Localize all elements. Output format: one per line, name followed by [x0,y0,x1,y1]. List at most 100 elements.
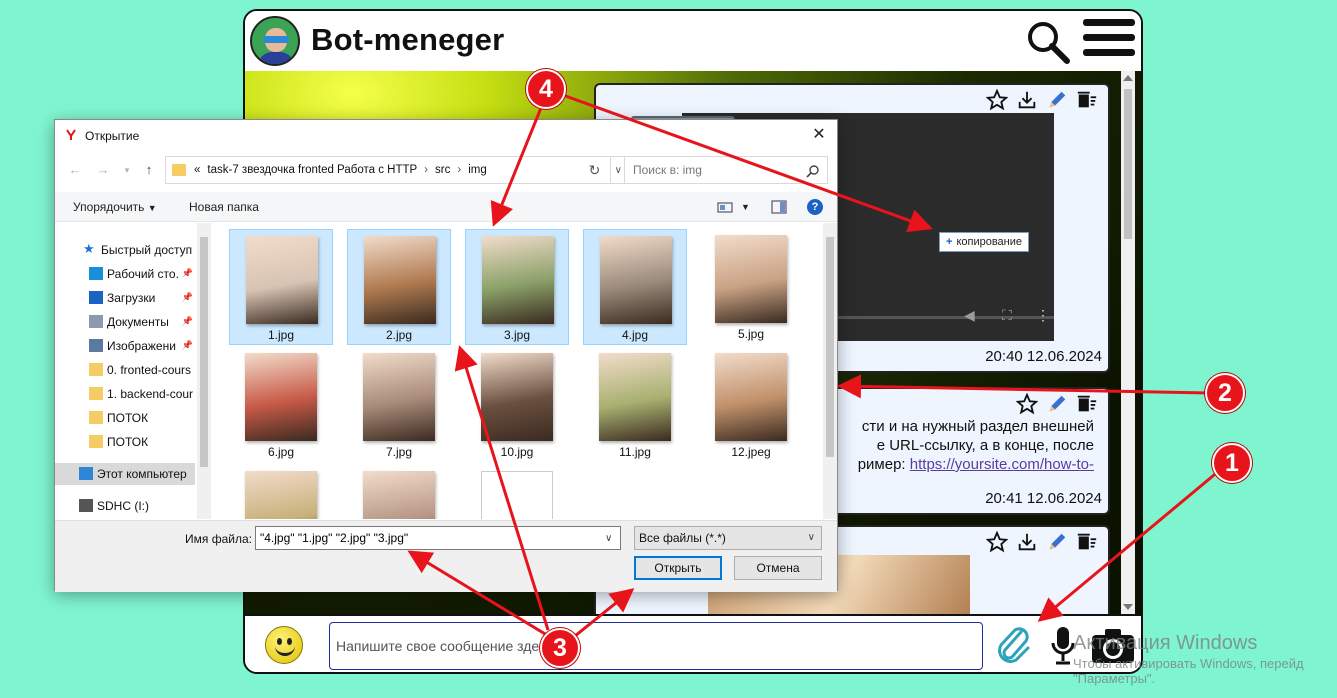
file-item[interactable]: 1.jpg [229,229,333,345]
star-icon: ★ [83,241,95,256]
drag-copy-label: + копирование [939,232,1030,252]
file-item[interactable]: 12.jpeg [699,347,803,463]
preview-pane-icon[interactable] [771,200,787,214]
sidebar-item-label: 0. fronted-cours [107,363,192,377]
star-icon[interactable] [985,530,1009,553]
sidebar-item-label: Загрузки [107,291,156,305]
file-item[interactable] [347,465,451,519]
dialog-toolbar: Упорядочить ▼ Новая папка ▼ ? [55,192,837,222]
microphone-icon[interactable] [1051,626,1075,666]
file-item[interactable]: 2.jpg [347,229,451,345]
file-item[interactable] [465,465,569,519]
download-icon[interactable] [1016,531,1038,553]
close-icon[interactable]: ✕ [809,125,829,145]
sidebar-item-label: ПОТОК [107,435,149,449]
help-icon[interactable]: ? [807,199,823,215]
edit-icon[interactable] [1046,393,1068,415]
folder-icon [89,411,103,424]
recent-dropdown-icon[interactable]: ▾ [119,165,135,181]
sidebar-item[interactable]: ★ Быстрый доступ [55,239,197,261]
menu-icon[interactable] [1083,19,1135,63]
navigation-scrollbar[interactable] [197,223,211,519]
view-dropdown-icon[interactable]: ▼ [741,202,750,212]
breadcrumb-item[interactable]: task-7 звездочка fronted Работа с HTTP [207,164,417,176]
organize-button[interactable]: Упорядочить ▼ [73,200,157,214]
download-icon[interactable] [1016,89,1038,111]
file-item[interactable]: 11.jpg [583,347,687,463]
sidebar-item[interactable]: Загрузки 📌 [55,287,197,309]
delete-icon[interactable] [1076,89,1098,111]
chevron-down-icon: ∨ [807,532,815,543]
chevron-down-icon[interactable]: ∨ [605,533,612,544]
sidebar-item-label: Быстрый доступ [101,243,193,257]
sidebar-item-label: Этот компьютер [97,467,187,481]
file-open-dialog: Открытие ✕ ← → ▾ ↑ «task-7 звездочка fro… [54,119,838,592]
star-icon[interactable] [1015,392,1039,415]
sidebar-item[interactable]: Изображени 📌 [55,335,197,357]
file-item[interactable]: 4.jpg [583,229,687,345]
sidebar-item[interactable]: Документы 📌 [55,311,197,333]
sidebar-item[interactable]: 1. backend-cour [55,383,197,405]
refresh-icon[interactable]: ↻ [579,156,611,184]
file-name: 6.jpg [267,445,295,459]
file-item[interactable]: 10.jpg [465,347,569,463]
sidebar-item[interactable]: SDHC (I:) [55,495,197,517]
chevron-down-icon[interactable]: ∨ [615,165,622,176]
delete-icon[interactable] [1076,531,1098,553]
annotation-badge-2: 2 [1205,373,1245,413]
chat-scrollbar[interactable] [1121,71,1135,614]
back-icon[interactable]: ← [67,162,83,178]
filename-input[interactable] [255,526,621,550]
star-icon[interactable] [985,88,1009,111]
file-name: 10.jpg [500,445,534,459]
sidebar-item[interactable]: Этот компьютер [55,463,195,485]
app-header: Bot-meneger [245,11,1141,71]
file-item[interactable] [229,465,333,519]
sidebar-item[interactable]: ПОТОК [55,407,197,429]
edit-icon[interactable] [1046,89,1068,111]
app-title: Bot-meneger [311,22,505,57]
message-link[interactable]: https://yoursite.com/how-to- [910,456,1094,473]
fullscreen-icon[interactable]: ⛶ [1002,307,1018,323]
file-item[interactable]: 5.jpg [699,229,803,345]
volume-icon[interactable]: ◀ [964,307,980,323]
image-thumbnail [481,353,553,441]
breadcrumb-item[interactable]: src [435,164,450,176]
sidebar-item[interactable]: 0. fronted-cours [55,359,197,381]
document-icon [481,471,553,519]
address-bar[interactable]: «task-7 звездочка fronted Работа с HTTP ›… [165,156,633,184]
sidebar-item[interactable]: ПОТОК [55,431,197,453]
edit-icon[interactable] [1046,531,1068,553]
cancel-button[interactable]: Отмена [734,556,822,580]
file-item[interactable]: 3.jpg [465,229,569,345]
search-icon[interactable] [1025,19,1071,65]
message-input-bar [245,614,1141,672]
smiley-icon[interactable] [265,626,303,664]
file-item[interactable]: 7.jpg [347,347,451,463]
open-button[interactable]: Открыть [634,556,722,580]
computer-icon [79,467,93,480]
image-thumbnail [715,353,787,441]
folder-search-input[interactable] [624,156,828,184]
more-icon[interactable]: ⋮ [1036,307,1052,323]
forward-icon[interactable]: → [95,162,111,178]
sidebar-item[interactable]: Рабочий сто. 📌 [55,263,197,285]
dialog-title: Открытие [85,129,140,143]
message-time: 20:41 12.06.2024 [985,490,1102,507]
message-input[interactable] [329,622,983,670]
view-options-icon[interactable] [717,200,733,214]
file-grid-scrollbar[interactable] [823,223,837,519]
breadcrumb-item[interactable]: img [468,164,487,176]
paperclip-icon[interactable] [995,624,1031,666]
image-thumbnail [246,236,318,324]
new-folder-button[interactable]: Новая папка [189,200,259,214]
dialog-bottom: Имя файла: ∨ Все файлы (*.*)∨ Открыть От… [55,520,837,592]
sidebar-item-label: Изображени [107,339,176,353]
file-item[interactable]: 6.jpg [229,347,333,463]
image-thumbnail [245,471,317,519]
file-type-select[interactable]: Все файлы (*.*) ∨ [634,526,822,550]
delete-icon[interactable] [1076,393,1098,415]
up-icon[interactable]: ↑ [141,162,157,178]
file-name: 3.jpg [503,328,531,342]
folder-icon [89,435,103,448]
